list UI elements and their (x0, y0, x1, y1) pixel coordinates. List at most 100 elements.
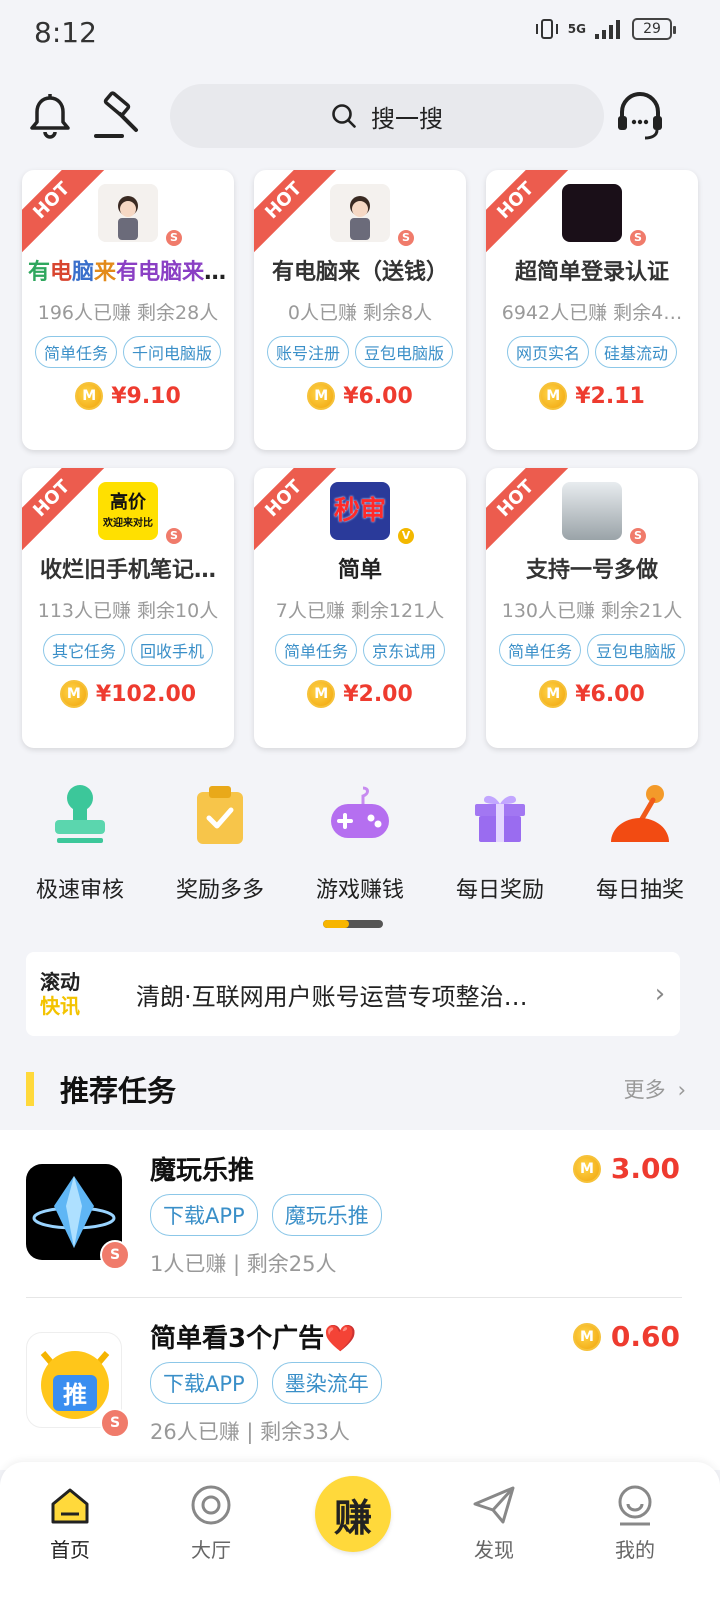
task-avatar (562, 482, 622, 540)
recommended-list: S 魔玩乐推 M 3.00 下载APP 魔玩乐推 1人已赚 | 剩余25人 推 S… (0, 1130, 720, 1470)
nav-hall[interactable]: 大厅 (161, 1482, 261, 1563)
svg-text:推: 推 (63, 1381, 87, 1409)
nav-mine[interactable]: 我的 (585, 1482, 685, 1563)
list-item[interactable]: 推 S 简单看3个广告❤️ M 0.60 下载APP 墨染流年 26人已赚 | 剩… (0, 1298, 720, 1466)
item-tag: 魔玩乐推 (271, 1194, 382, 1236)
s-badge-icon: S (628, 228, 648, 248)
task-price: M ¥9.10 (22, 382, 234, 410)
profile-icon (618, 1485, 652, 1526)
hot-task-card[interactable]: HOT S 超简单登录认证 6942人已赚 剩余4… 网页实名 硅基流动 M ¥2… (486, 170, 698, 450)
shortcut-label: 奖励多多 (175, 878, 264, 903)
hot-task-card[interactable]: HOT 高价 欢迎来对比 S 收烂旧手机笔记… 113人已赚 剩余10人 其它任… (22, 468, 234, 748)
v-badge-icon: V (396, 526, 416, 546)
task-tag: 豆包电脑版 (587, 634, 686, 666)
section-accent (26, 1072, 34, 1106)
task-stats: 113人已赚 剩余10人 (37, 600, 219, 622)
top-bar: 搜一搜 (0, 84, 720, 148)
shortcut-game[interactable]: 游戏赚钱 (290, 780, 430, 904)
item-price: M 0.60 (572, 1320, 680, 1353)
status-time: 8:12 (34, 16, 97, 49)
hot-task-card[interactable]: HOT S 有电脑来有电脑来做【送… 196人已赚 剩余28人 简单任务 千问电… (22, 170, 234, 450)
network-type: 5G (567, 22, 586, 36)
item-tag: 下载APP (150, 1362, 258, 1404)
task-avatar: 秒审 (330, 482, 390, 540)
hot-task-card[interactable]: HOT S 有电脑来（送钱） 0人已赚 剩余8人 账号注册 豆包电脑版 M ¥6.… (254, 170, 466, 450)
task-tag: 硅基流动 (595, 336, 678, 368)
task-price: M ¥2.00 (254, 680, 466, 708)
task-stats: 196人已赚 剩余28人 (37, 302, 219, 324)
coin-icon: M (572, 1322, 601, 1351)
gavel-icon[interactable] (92, 90, 144, 142)
news-logo: 滚动 快讯 (40, 970, 80, 1018)
bell-icon[interactable] (24, 90, 76, 142)
search-icon (332, 104, 356, 128)
s-badge-icon: S (100, 1408, 130, 1438)
coin-icon: M (59, 680, 88, 708)
shortcut-rewards[interactable]: 奖励多多 (150, 780, 290, 904)
shortcut-fast-review[interactable]: 极速审核 (10, 780, 150, 904)
shortcut-label: 极速审核 (35, 878, 124, 903)
battery-icon: 29 (632, 18, 676, 40)
earn-button[interactable]: 赚 (315, 1476, 391, 1552)
coin-icon: M (307, 382, 336, 410)
item-price: M 3.00 (572, 1152, 680, 1185)
status-icons: 5G 29 (534, 18, 676, 40)
list-item[interactable]: S 魔玩乐推 M 3.00 下载APP 魔玩乐推 1人已赚 | 剩余25人 (0, 1130, 720, 1298)
news-ticker[interactable]: 滚动 快讯 清朗·互联网用户账号运营专项整治… › (26, 952, 680, 1036)
task-stats: 6942人已赚 剩余4… (501, 302, 683, 324)
task-tag: 豆包电脑版 (355, 336, 454, 368)
shortcut-lottery[interactable]: 每日抽奖 (570, 780, 710, 904)
search-bar[interactable]: 搜一搜 (170, 84, 604, 148)
s-badge-icon: S (100, 1240, 130, 1270)
nav-home[interactable]: 首页 (20, 1482, 120, 1563)
s-badge-icon: S (164, 228, 184, 248)
shortcut-daily-reward[interactable]: 每日奖励 (430, 780, 570, 904)
shortcut-label: 每日奖励 (455, 878, 544, 903)
status-bar: 8:12 5G 29 (0, 0, 720, 70)
home-icon (51, 1488, 89, 1524)
hot-task-card[interactable]: HOT 秒审 V 简单 7人已赚 剩余121人 简单任务 京东试用 M ¥2.00 (254, 468, 466, 748)
shortcut-label: 每日抽奖 (595, 878, 684, 903)
task-tag: 简单任务 (498, 634, 581, 666)
s-badge-icon: S (396, 228, 416, 248)
paper-plane-icon (473, 1486, 515, 1524)
coin-icon: M (572, 1154, 601, 1183)
shortcut-row: 极速审核 奖励多多 游戏赚钱 每日奖励 每日抽奖 (10, 780, 710, 904)
clipboard-check-icon (197, 786, 243, 844)
more-link[interactable]: 更多 › (624, 1074, 686, 1104)
task-tags: 其它任务 回收手机 (22, 634, 234, 666)
chevron-right-icon: › (654, 979, 666, 1009)
hall-icon (191, 1485, 231, 1525)
task-tag: 账号注册 (266, 336, 349, 368)
task-tag: 简单任务 (34, 336, 117, 368)
vibrate-icon (535, 19, 558, 39)
task-tag: 其它任务 (42, 634, 125, 666)
gift-icon (475, 795, 525, 842)
task-tag: 回收手机 (131, 634, 214, 666)
task-stats: 130人已赚 剩余21人 (501, 600, 683, 622)
hot-task-card[interactable]: HOT S 支持一号多做 130人已赚 剩余21人 简单任务 豆包电脑版 M ¥6… (486, 468, 698, 748)
bottom-nav: 首页 大厅 赚 发现 我的 (0, 1462, 720, 1600)
hot-task-grid: HOT S 有电脑来有电脑来做【送… 196人已赚 剩余28人 简单任务 千问电… (22, 170, 698, 748)
item-title: 魔玩乐推 (150, 1156, 255, 1186)
item-tag: 下载APP (150, 1194, 258, 1236)
s-badge-icon: S (628, 526, 648, 546)
nav-discover[interactable]: 发现 (444, 1482, 544, 1563)
coin-icon: M (75, 382, 104, 410)
task-tag: 简单任务 (274, 634, 357, 666)
hot-ribbon: HOT (486, 170, 570, 255)
recommended-header: 推荐任务 更多 › (26, 1068, 686, 1110)
task-tag: 千问电脑版 (123, 336, 222, 368)
task-title: 支持一号多做 (525, 558, 658, 583)
headset-icon[interactable] (612, 88, 668, 144)
signal-icon (595, 20, 620, 39)
s-badge-icon: S (164, 526, 184, 546)
task-price: M ¥102.00 (22, 680, 234, 708)
task-avatar (562, 184, 622, 242)
stamp-icon (55, 785, 105, 843)
coin-icon: M (539, 382, 568, 410)
item-title: 简单看3个广告❤️ (150, 1324, 357, 1354)
carousel-indicator (323, 920, 383, 928)
item-stats: 1人已赚 | 剩余25人 (150, 1252, 337, 1276)
task-price: M ¥6.00 (486, 680, 698, 708)
